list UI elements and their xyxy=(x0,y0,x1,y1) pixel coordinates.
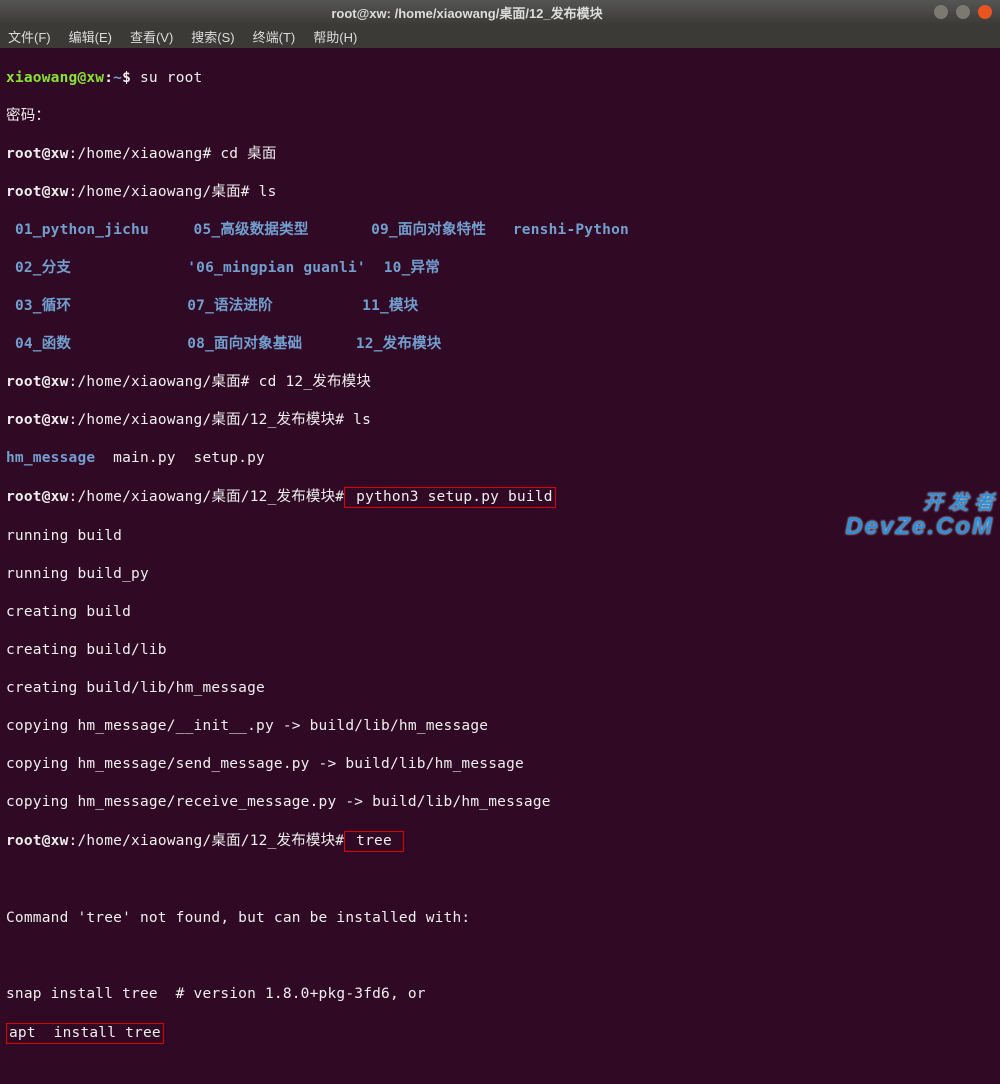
highlight-apt-install: apt install tree xyxy=(6,1023,164,1044)
terminal-line: apt install tree xyxy=(6,1023,994,1044)
watermark: 开 发 者 DevZe.CoM xyxy=(845,492,994,540)
terminal-line xyxy=(6,871,994,890)
menu-file[interactable]: 文件(F) xyxy=(8,27,51,46)
terminal-line: creating build/lib/hm_message xyxy=(6,679,994,698)
titlebar: root@xw: /home/xiaowang/桌面/12_发布模块 xyxy=(0,0,1000,24)
close-icon[interactable] xyxy=(978,5,992,19)
highlight-build-cmd: python3 setup.py build xyxy=(344,487,555,508)
terminal-line: copying hm_message/__init__.py -> build/… xyxy=(6,717,994,736)
terminal-line: root@xw:/home/xiaowang/桌面/12_发布模块# ls xyxy=(6,411,994,430)
ls-row: 03_循环 07_语法进阶 11_模块 xyxy=(6,297,994,316)
terminal-line: root@xw:/home/xiaowang/桌面# ls xyxy=(6,183,994,202)
menu-search[interactable]: 搜索(S) xyxy=(191,27,234,46)
watermark-line2: DevZe.CoM xyxy=(845,514,994,540)
terminal-line: xiaowang@xw:~$ su root xyxy=(6,69,994,88)
menu-view[interactable]: 查看(V) xyxy=(130,27,173,46)
terminal-line xyxy=(6,947,994,966)
menu-terminal[interactable]: 终端(T) xyxy=(253,27,296,46)
highlight-tree-cmd: tree xyxy=(344,831,404,852)
terminal-line xyxy=(6,1063,994,1082)
terminal-line: copying hm_message/send_message.py -> bu… xyxy=(6,755,994,774)
terminal-line: root@xw:/home/xiaowang# cd 桌面 xyxy=(6,145,994,164)
terminal-line: hm_message main.py setup.py xyxy=(6,449,994,468)
terminal-line: root@xw:/home/xiaowang/桌面# cd 12_发布模块 xyxy=(6,373,994,392)
ls-row: 02_分支 '06_mingpian guanli' 10_异常 xyxy=(6,259,994,278)
terminal-line: copying hm_message/receive_message.py ->… xyxy=(6,793,994,812)
menu-edit[interactable]: 编辑(E) xyxy=(69,27,112,46)
window-title: root@xw: /home/xiaowang/桌面/12_发布模块 xyxy=(0,3,934,22)
terminal-output[interactable]: xiaowang@xw:~$ su root 密码： root@xw:/home… xyxy=(0,48,1000,1084)
minimize-icon[interactable] xyxy=(934,5,948,19)
window-controls xyxy=(934,5,1000,19)
ls-row: 01_python_jichu 05_高级数据类型 09_面向对象特性 rens… xyxy=(6,221,994,240)
terminal-line: creating build xyxy=(6,603,994,622)
ls-row: 04_函数 08_面向对象基础 12_发布模块 xyxy=(6,335,994,354)
menu-help[interactable]: 帮助(H) xyxy=(313,27,357,46)
terminal-line: root@xw:/home/xiaowang/桌面/12_发布模块# tree xyxy=(6,831,994,852)
terminal-line: creating build/lib xyxy=(6,641,994,660)
watermark-line1: 开 发 者 xyxy=(845,492,994,514)
maximize-icon[interactable] xyxy=(956,5,970,19)
prompt-root: root@xw xyxy=(6,146,69,162)
terminal-line: snap install tree # version 1.8.0+pkg-3f… xyxy=(6,985,994,1004)
prompt-user: xiaowang@xw xyxy=(6,70,104,86)
terminal-line: Command 'tree' not found, but can be ins… xyxy=(6,909,994,928)
terminal-line: running build_py xyxy=(6,565,994,584)
menubar: 文件(F) 编辑(E) 查看(V) 搜索(S) 终端(T) 帮助(H) xyxy=(0,24,1000,48)
terminal-line: 密码： xyxy=(6,107,994,126)
